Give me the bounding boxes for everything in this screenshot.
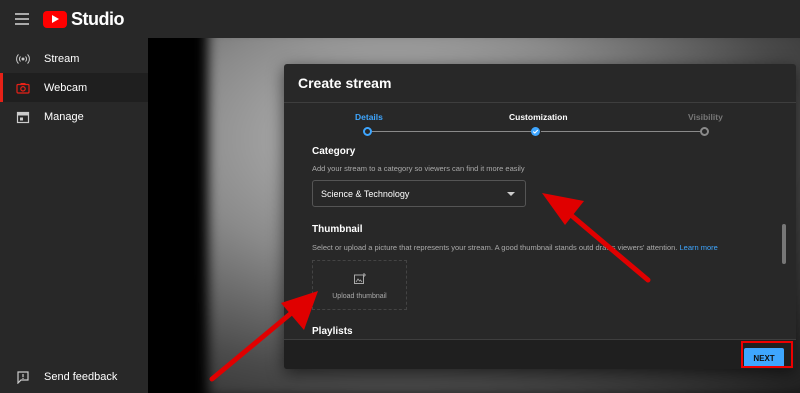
dropdown-caret-icon: [507, 192, 515, 196]
sidebar-item-webcam[interactable]: Webcam: [0, 73, 148, 102]
sidebar-item-manage[interactable]: Manage: [0, 102, 148, 131]
step-visibility-dot[interactable]: [700, 127, 709, 136]
sidebar-item-label: Stream: [44, 52, 80, 65]
sidebar-item-stream[interactable]: Stream: [0, 44, 148, 73]
send-feedback-label: Send feedback: [44, 371, 118, 383]
sidebar: Stream Webcam Manage Send feedback: [0, 38, 148, 393]
step-customization-label[interactable]: Customization: [509, 112, 568, 122]
create-stream-dialog: Create stream Details Customization Visi…: [284, 64, 796, 369]
sidebar-item-label: Manage: [44, 110, 84, 123]
category-title: Category: [312, 146, 356, 157]
broadcast-icon: [16, 52, 30, 66]
learn-more-link[interactable]: Learn more: [679, 243, 717, 252]
category-selected-value: Science & Technology: [321, 188, 410, 199]
upload-thumbnail-button[interactable]: Upload thumbnail: [312, 260, 407, 310]
thumbnail-description: Select or upload a picture that represen…: [312, 243, 718, 252]
stepper-line: [372, 131, 532, 132]
upload-thumbnail-label: Upload thumbnail: [332, 292, 387, 300]
step-details-label[interactable]: Details: [355, 112, 383, 122]
category-select[interactable]: Science & Technology: [312, 180, 526, 207]
dialog-title: Create stream: [298, 75, 392, 91]
divider: [284, 102, 796, 103]
menu-icon[interactable]: [15, 13, 29, 25]
youtube-logo-icon: [43, 10, 67, 28]
category-description: Add your stream to a category so viewers…: [312, 164, 525, 173]
stepper-line: [541, 131, 701, 132]
annotation-highlight-box: [741, 341, 793, 368]
step-visibility-label[interactable]: Visibility: [688, 112, 723, 122]
top-bar: Studio: [0, 0, 800, 38]
logo-text: Studio: [71, 8, 125, 29]
send-feedback-button[interactable]: Send feedback: [0, 367, 148, 387]
studio-logo[interactable]: Studio: [43, 8, 125, 30]
playlists-title: Playlists: [312, 326, 353, 337]
step-customization-check-icon[interactable]: [531, 127, 540, 136]
scrollbar[interactable]: [782, 224, 786, 264]
camera-icon: [16, 81, 30, 95]
calendar-icon: [16, 110, 30, 124]
sidebar-item-label: Webcam: [44, 81, 88, 94]
add-image-icon: [353, 271, 366, 289]
thumbnail-title: Thumbnail: [312, 224, 363, 235]
dialog-footer: NEXT: [284, 339, 796, 369]
step-details-dot[interactable]: [363, 127, 372, 136]
feedback-icon: [16, 370, 30, 384]
dialog-content: Category Add your stream to a category s…: [284, 144, 796, 339]
